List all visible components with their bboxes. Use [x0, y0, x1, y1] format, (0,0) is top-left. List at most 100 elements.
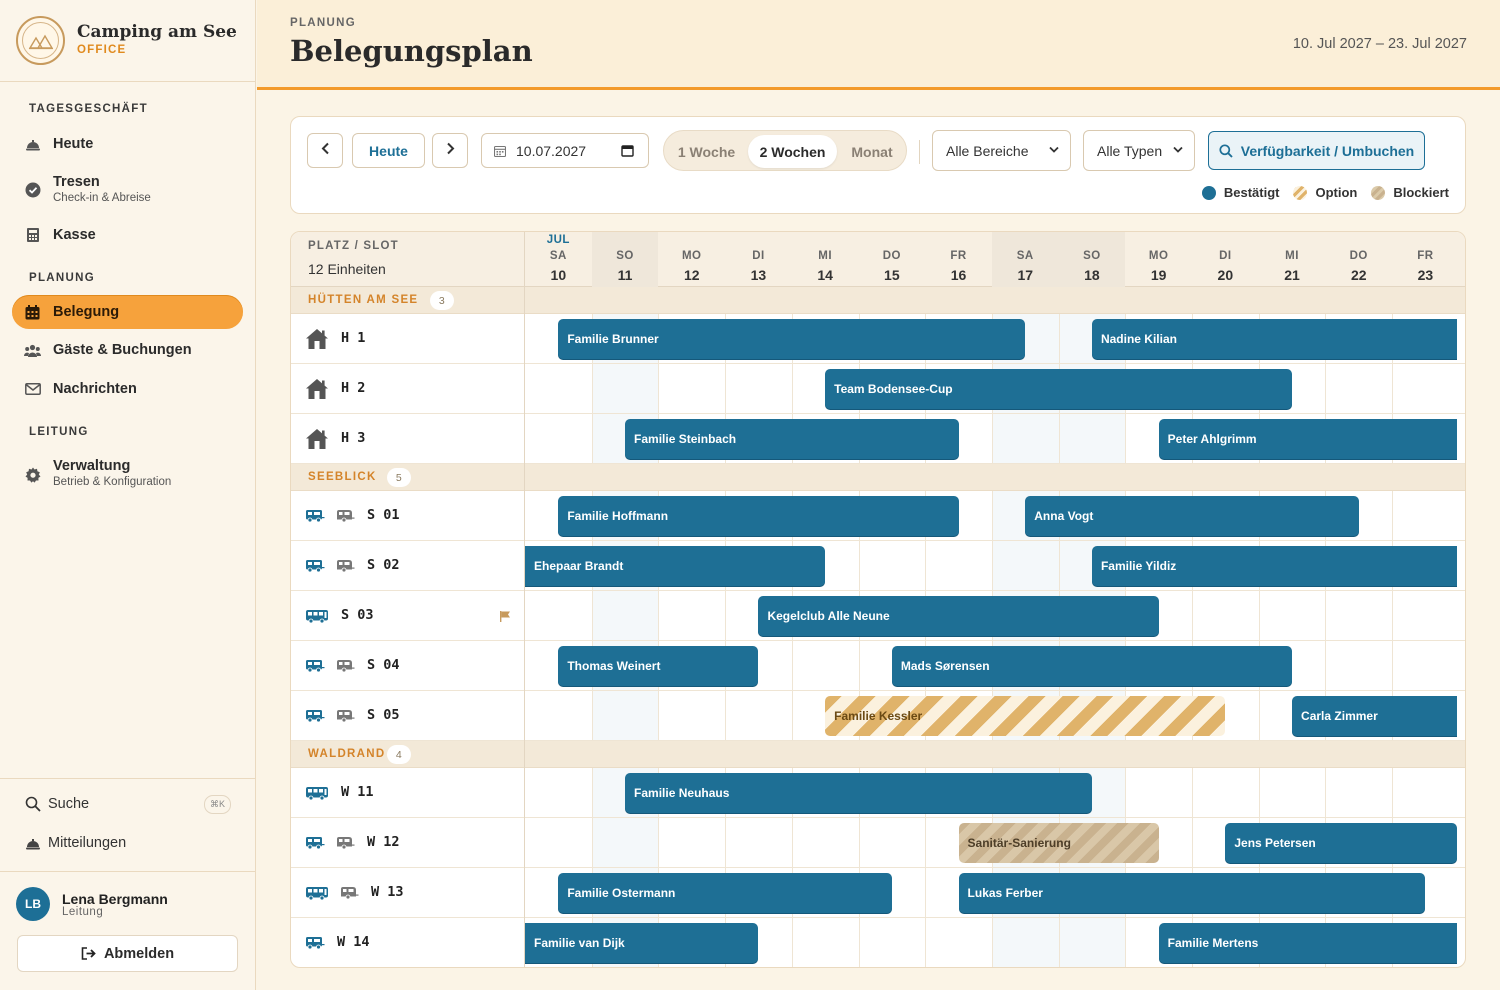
booking-bar[interactable]: Ehepaar Brandt — [525, 546, 826, 586]
day-header[interactable]: MI 21 — [1259, 232, 1326, 287]
view-1-woche[interactable]: 1 Woche — [668, 135, 745, 168]
day-header[interactable]: MO 19 — [1125, 232, 1192, 287]
booking-bar[interactable]: Anna Vogt — [1025, 496, 1359, 536]
unit-name[interactable]: S 02 — [367, 557, 400, 573]
flag-icon[interactable] — [499, 609, 511, 627]
booking-bar[interactable]: Kegelclub Alle Neune — [758, 596, 1159, 636]
bus-icon — [305, 786, 329, 801]
day-header[interactable]: MO 12 — [658, 232, 725, 287]
booking-bar[interactable]: Peter Ahlgrimm — [1158, 419, 1457, 459]
next-button[interactable] — [432, 133, 468, 168]
date-value: 10.07.2027 — [516, 142, 587, 159]
day-name: DI — [1219, 250, 1232, 262]
unit-name[interactable]: H 2 — [341, 380, 365, 396]
unit-name[interactable]: S 04 — [367, 657, 400, 673]
calendar-icon — [24, 304, 41, 321]
unit-name[interactable]: W 14 — [337, 934, 370, 950]
booking-bar[interactable]: Mads Sørensen — [891, 646, 1293, 686]
nav-item-verwaltung[interactable]: Verwaltung Betrieb & Konfiguration — [12, 458, 243, 490]
slot-column-divider — [524, 232, 525, 967]
day-number: 14 — [817, 267, 833, 283]
search-link[interactable]: Suche — [24, 796, 89, 812]
booking-bar[interactable]: Lukas Ferber — [958, 873, 1426, 913]
date-picker-icon[interactable] — [621, 144, 634, 157]
group-count-badge: 4 — [386, 745, 411, 764]
breadcrumb: PLANUNG — [290, 17, 356, 29]
booking-bar[interactable]: Thomas Weinert — [558, 646, 759, 686]
day-header[interactable]: JUL SA 10 — [525, 232, 592, 287]
booking-bar[interactable]: Team Bodensee-Cup — [825, 369, 1293, 409]
day-number: 17 — [1017, 267, 1034, 283]
day-header[interactable]: SO 11 — [591, 232, 659, 287]
day-number: 15 — [884, 267, 900, 283]
nav-label: Kasse — [53, 227, 96, 243]
day-header[interactable]: SO 18 — [1058, 232, 1126, 287]
page-title: Belegungsplan — [290, 34, 533, 68]
nav-label: Tresen — [53, 174, 100, 190]
notifications-link[interactable]: Mitteilungen — [24, 835, 126, 851]
type-select[interactable]: Alle Typen — [1083, 130, 1195, 171]
day-header[interactable]: DI 13 — [725, 232, 792, 287]
booking-bar[interactable]: Familie Steinbach — [625, 419, 959, 459]
day-number: 20 — [1217, 267, 1234, 283]
nav-section-planung: PLANUNG — [29, 272, 95, 284]
booking-bar[interactable]: Familie Neuhaus — [625, 773, 1092, 813]
row-unit-icons — [305, 768, 339, 818]
group-count-badge: 3 — [429, 291, 454, 310]
day-header[interactable]: DO 22 — [1325, 232, 1392, 287]
nav-item-belegung[interactable]: Belegung — [12, 295, 243, 329]
logout-button[interactable]: Abmelden — [17, 935, 238, 972]
day-header[interactable]: FR 23 — [1392, 232, 1459, 287]
unit-name[interactable]: W 12 — [367, 834, 400, 850]
prev-button[interactable] — [307, 133, 343, 168]
day-name: FR — [950, 250, 967, 262]
nav-item-gaeste-buchungen[interactable]: Gäste & Buchungen — [12, 340, 243, 360]
booking-bar[interactable]: Familie Mertens — [1158, 923, 1457, 963]
unit-name[interactable]: W 11 — [341, 784, 374, 800]
unit-name[interactable]: H 1 — [341, 330, 365, 346]
booking-bar[interactable]: Familie Brunner — [558, 319, 1026, 359]
booking-bar[interactable]: Nadine Kilian — [1091, 319, 1457, 359]
unit-name[interactable]: S 01 — [367, 507, 400, 523]
bell-icon — [24, 136, 41, 153]
booking-bar[interactable]: Jens Petersen — [1225, 823, 1457, 863]
day-header[interactable]: MI 14 — [792, 232, 859, 287]
unit-name[interactable]: S 05 — [367, 707, 400, 723]
unit-name[interactable]: W 13 — [371, 884, 404, 900]
nav-item-tresen[interactable]: Tresen Check-in & Abreise — [12, 174, 243, 206]
unit-name[interactable]: H 3 — [341, 430, 365, 446]
day-header[interactable]: DO 15 — [859, 232, 926, 287]
month-label: JUL — [546, 234, 570, 246]
view-2-wochen[interactable]: 2 Wochen — [748, 135, 837, 168]
view-monat[interactable]: Monat — [840, 135, 904, 168]
avatar[interactable]: LB — [16, 887, 50, 921]
nav-item-heute[interactable]: Heute — [12, 134, 243, 154]
booking-bar[interactable]: Familie Ostermann — [558, 873, 892, 913]
area-select[interactable]: Alle Bereiche — [932, 130, 1071, 171]
today-button[interactable]: Heute — [352, 133, 425, 168]
day-number: 12 — [683, 267, 700, 283]
booking-bar[interactable]: Familie Hoffmann — [558, 496, 959, 536]
day-header[interactable]: DI 20 — [1192, 232, 1259, 287]
date-input[interactable]: 10.07.2027 — [481, 133, 649, 168]
day-header[interactable]: SA 17 — [991, 232, 1059, 287]
day-name: DI — [752, 250, 765, 262]
legend-label: Blockiert — [1393, 185, 1449, 200]
day-header[interactable]: FR 16 — [925, 232, 992, 287]
nav-item-nachrichten[interactable]: Nachrichten — [12, 379, 243, 399]
availability-button[interactable]: Verfügbarkeit / Umbuchen — [1208, 131, 1425, 170]
booking-bar[interactable]: Familie Yildiz — [1091, 546, 1457, 586]
users-icon — [24, 342, 41, 359]
unit-name[interactable]: S 03 — [341, 607, 374, 623]
day-number: 16 — [950, 267, 967, 283]
table-row: W 14 Familie van Dijk Familie Mertens — [291, 918, 1465, 967]
booking-bar[interactable]: Sanitär-Sanierung — [958, 823, 1159, 863]
legend-label: Bestätigt — [1223, 185, 1280, 200]
booking-bar[interactable]: Carla Zimmer — [1292, 696, 1457, 736]
nav-item-kasse[interactable]: Kasse — [12, 225, 243, 245]
booking-bar[interactable]: Familie van Dijk — [525, 923, 759, 963]
table-row: H 2 Team Bodensee-Cup — [291, 364, 1465, 414]
booking-bar[interactable]: Familie Kessler — [825, 696, 1226, 736]
row-unit-icons — [305, 541, 365, 591]
row-unit-icons — [305, 414, 339, 464]
